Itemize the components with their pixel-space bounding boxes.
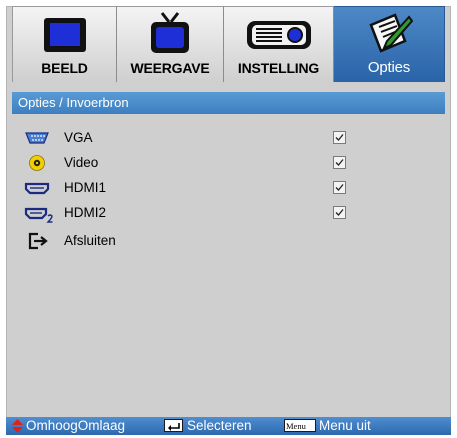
hdmi-port-icon	[24, 182, 50, 195]
item-label: HDMI1	[64, 180, 107, 195]
tab-bar: BEELD WEERGAVE INSTELLING Opties	[12, 6, 445, 82]
osd-screen: BEELD WEERGAVE INSTELLING Opties Opties …	[0, 0, 457, 437]
checkmark-icon	[335, 184, 344, 191]
tab-instelling[interactable]: INSTELLING	[224, 6, 334, 82]
up-down-arrow-icon	[12, 419, 23, 433]
video-checkbox[interactable]	[333, 156, 346, 169]
hdmi1-checkbox[interactable]	[333, 181, 346, 194]
section-header: Opties / Invoerbron	[12, 92, 445, 114]
menu-key-icon: Menu	[284, 419, 316, 432]
help-bar: OmhoogOmlaag Selecteren Menu Menu uit	[6, 417, 451, 435]
exit-icon	[28, 232, 48, 250]
enter-key-icon	[164, 419, 183, 432]
notepad-pen-icon	[369, 13, 413, 53]
menu-item-video[interactable]: Video	[20, 153, 350, 175]
hdmi2-checkbox[interactable]	[333, 206, 346, 219]
menu-exit-hint: Menu uit	[319, 418, 371, 433]
item-label: Afsluiten	[64, 233, 116, 248]
navigate-hint: OmhoogOmlaag	[26, 418, 126, 433]
menu-item-hdmi1[interactable]: HDMI1	[20, 178, 350, 200]
checkmark-icon	[335, 209, 344, 216]
tab-label: INSTELLING	[237, 60, 320, 76]
tv-icon	[151, 12, 189, 53]
tab-weergave[interactable]: WEERGAVE	[117, 6, 224, 82]
item-label: HDMI2	[64, 205, 107, 220]
video-rca-icon	[29, 155, 45, 171]
tab-opties[interactable]: Opties	[334, 6, 445, 82]
tab-label: WEERGAVE	[130, 60, 210, 76]
select-hint: Selecteren	[187, 418, 252, 433]
checkmark-icon	[335, 134, 344, 141]
menu-key-label: Menu	[286, 421, 306, 431]
tab-label: Opties	[367, 59, 411, 76]
menu-item-afsluiten[interactable]: Afsluiten	[20, 231, 350, 253]
hdmi2-port-icon	[24, 207, 53, 223]
menu-item-vga[interactable]: VGA	[20, 128, 350, 150]
item-label: Video	[64, 155, 99, 170]
projector-icon	[246, 21, 311, 49]
tab-label: BEELD	[41, 60, 88, 76]
checkmark-icon	[335, 159, 344, 166]
menu-item-hdmi2[interactable]: HDMI2	[20, 203, 350, 225]
vga-port-icon	[25, 132, 49, 144]
item-label: VGA	[64, 130, 93, 145]
monitor-icon	[43, 18, 86, 52]
section-title: Opties / Invoerbron	[18, 95, 129, 110]
vga-checkbox[interactable]	[333, 131, 346, 144]
tab-beeld[interactable]: BEELD	[12, 6, 117, 82]
